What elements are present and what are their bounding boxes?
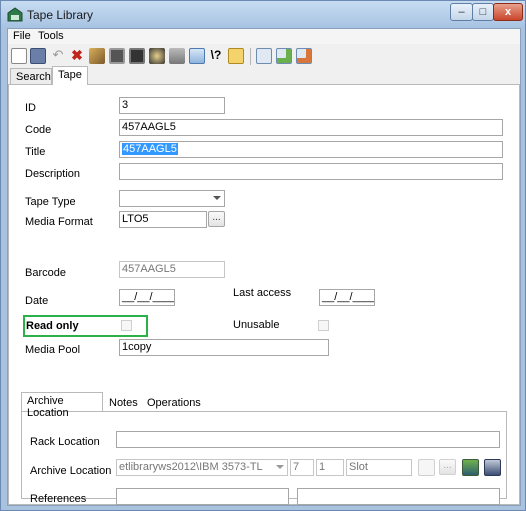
print-preview-icon[interactable] (129, 48, 145, 64)
tape-add-icon[interactable] (276, 48, 292, 64)
title-field[interactable]: 457AAGL5 (119, 141, 503, 158)
title-bar: Tape Library – □ x (1, 1, 525, 28)
menu-file[interactable]: File (13, 30, 31, 42)
chevron-down-icon (213, 196, 221, 200)
close-button[interactable]: x (493, 3, 523, 21)
archive-browse-button: ... (439, 459, 456, 475)
tab-search[interactable]: Search (10, 68, 52, 85)
archive-location-value: etlibraryws2012\IBM 3573-TL (119, 461, 263, 473)
maximize-button[interactable]: □ (472, 3, 494, 21)
archive-position-field: 1 (316, 459, 344, 476)
main-tabs: Search Tape (8, 66, 520, 85)
app-window: Tape Library – □ x File Tools ↶ ✖ \? Sea… (0, 0, 526, 511)
tab-notes[interactable]: Notes (103, 394, 138, 411)
barcode-label: Barcode (25, 267, 66, 279)
code-field[interactable]: 457AAGL5 (119, 119, 503, 136)
maximize-icon: □ (479, 6, 487, 18)
media-pool-field[interactable]: 1copy (119, 339, 329, 356)
toolbar-separator (250, 48, 251, 65)
robot-library-icon[interactable] (484, 459, 501, 476)
title-selected-text: 457AAGL5 (122, 143, 178, 155)
delete-icon[interactable]: ✖ (69, 48, 85, 64)
rack-location-field[interactable] (116, 431, 500, 448)
unusable-checkbox[interactable] (318, 320, 329, 331)
brush-icon[interactable] (89, 48, 105, 64)
reference-field-1[interactable] (116, 488, 289, 505)
archive-number-field: 7 (290, 459, 314, 476)
archive-location-label: Archive Location (30, 465, 112, 477)
title-label: Title (25, 146, 46, 158)
barcode-field: 457AAGL5 (119, 261, 225, 278)
last-access-field[interactable]: __/__/____ (319, 289, 375, 306)
tape-type-dropdown[interactable] (119, 190, 225, 207)
media-format-browse-button[interactable]: ... (208, 211, 225, 227)
open-location-icon[interactable] (462, 459, 479, 476)
minimize-icon: – (458, 6, 465, 18)
menu-tools[interactable]: Tools (38, 30, 64, 42)
archive-tabs: Archive Location Notes Operations (21, 392, 507, 419)
tab-archive-location[interactable]: Archive Location (21, 392, 103, 419)
id-label: ID (25, 102, 36, 114)
menu-bar: File Tools (8, 29, 520, 44)
reference-field-2[interactable] (297, 488, 500, 505)
save-icon[interactable] (30, 48, 46, 64)
tape-remove-icon[interactable] (296, 48, 312, 64)
archive-location-dropdown[interactable]: etlibraryws2012\IBM 3573-TL (116, 459, 288, 476)
read-only-checkbox[interactable] (121, 320, 132, 331)
tape-icon[interactable] (256, 48, 272, 64)
copy-icon[interactable] (169, 48, 185, 64)
help-icon[interactable]: \? (208, 48, 224, 64)
window-title: Tape Library (27, 8, 94, 22)
media-format-label: Media Format (25, 216, 93, 228)
tape-type-label: Tape Type (25, 196, 76, 208)
undo-icon[interactable]: ↶ (50, 48, 66, 64)
minimize-button[interactable]: – (450, 3, 473, 21)
rack-location-label: Rack Location (30, 436, 100, 448)
close-icon: x (504, 6, 512, 18)
archive-action-button (418, 459, 435, 476)
description-label: Description (25, 168, 81, 180)
new-icon[interactable] (11, 48, 27, 64)
process-icon[interactable] (149, 48, 165, 64)
tab-operations[interactable]: Operations (141, 394, 201, 411)
description-field[interactable] (119, 163, 503, 180)
media-format-field[interactable]: LTO5 (119, 211, 207, 228)
id-field[interactable]: 3 (119, 97, 225, 114)
print-icon[interactable] (109, 48, 125, 64)
code-label: Code (25, 124, 52, 136)
date-field[interactable]: __/__/____ (119, 289, 175, 306)
last-access-label: Last access (233, 287, 292, 299)
toolbar: ↶ ✖ \? (8, 45, 520, 67)
client-area: File Tools ↶ ✖ \? Search Tape ID 3 Code … (7, 28, 521, 506)
media-pool-label: Media Pool (25, 344, 81, 356)
archive-location-panel: Rack Location Archive Location etlibrary… (21, 411, 507, 505)
tape-library-app-icon (7, 7, 23, 22)
lock-icon[interactable] (228, 48, 244, 64)
tape-panel: ID 3 Code 457AAGL5 Title 457AAGL5 Descri… (8, 84, 520, 505)
date-label: Date (25, 295, 49, 307)
read-only-label: Read only (26, 320, 79, 332)
tab-tape[interactable]: Tape (52, 66, 88, 85)
references-label: References (30, 493, 87, 505)
screen-icon[interactable] (189, 48, 205, 64)
chevron-down-icon (276, 465, 284, 469)
unusable-label: Unusable (233, 319, 280, 331)
slot-field: Slot (346, 459, 412, 476)
